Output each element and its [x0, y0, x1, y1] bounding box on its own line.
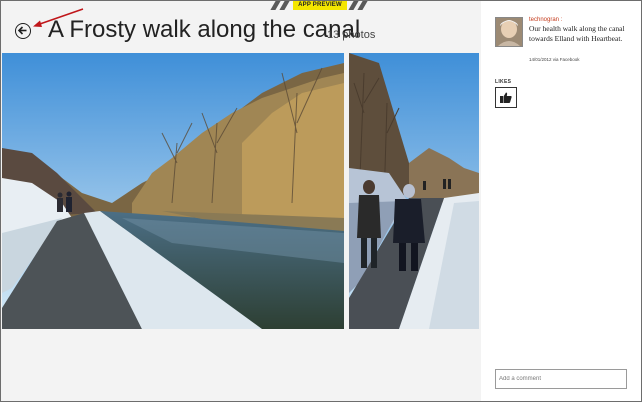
comment-input[interactable]: [495, 369, 627, 389]
post-author-name[interactable]: technogran: [529, 17, 559, 23]
album-title: A Frosty walk along the canal: [48, 16, 361, 43]
likes-label: LIKES: [495, 79, 512, 85]
author-avatar[interactable]: [495, 17, 523, 47]
post-meta: 14/01/2012 via Facebook: [529, 57, 580, 62]
thumbs-up-icon: [500, 92, 512, 103]
app-window: APP PREVIEW A Frosty walk along the cana…: [0, 0, 642, 402]
post-text: Our health walk along the canal towards …: [529, 24, 625, 43]
photo-walkers[interactable]: [349, 53, 479, 329]
avatar-image: [496, 18, 522, 46]
banner-stripe: [357, 1, 368, 10]
app-preview-label: APP PREVIEW: [293, 1, 347, 10]
banner-stripe: [279, 1, 290, 10]
photo-canal-landscape[interactable]: [2, 53, 344, 329]
back-button[interactable]: [15, 23, 31, 39]
post-author[interactable]: technogran :: [529, 17, 562, 23]
like-button[interactable]: [495, 87, 517, 108]
album-panel: APP PREVIEW A Frosty walk along the cana…: [1, 1, 481, 401]
canal-landscape-image: [2, 53, 344, 329]
back-arrow-icon: [17, 26, 27, 35]
post-author-suffix: :: [560, 17, 563, 23]
walkers-image: [349, 53, 479, 329]
app-preview-banner: APP PREVIEW: [270, 1, 368, 10]
photo-count: 13 photos: [327, 29, 376, 41]
